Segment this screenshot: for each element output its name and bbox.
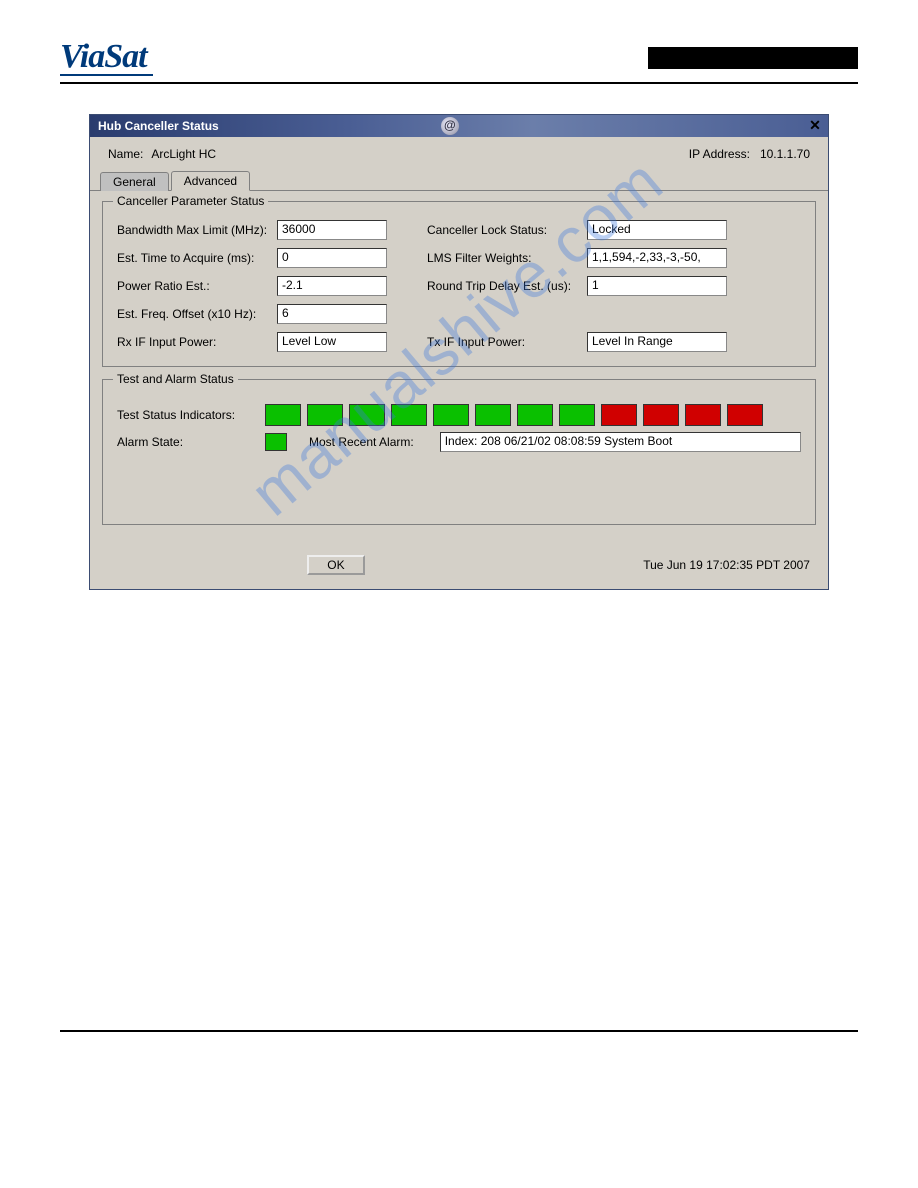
status-indicator (685, 404, 721, 426)
alarm-state-indicator (265, 433, 287, 451)
alarm-state-row: Alarm State: Most Recent Alarm: Index: 2… (117, 432, 801, 452)
name-label: Name: (108, 147, 143, 161)
status-indicator (517, 404, 553, 426)
dialog-footer: OK Tue Jun 19 17:02:35 PDT 2007 (90, 549, 828, 589)
test-alarm-title: Test and Alarm Status (113, 372, 238, 386)
tab-strip: General Advanced (90, 169, 828, 191)
lms-filter-weights-field[interactable]: 1,1,594,-2,33,-3,-50, (587, 248, 727, 268)
lms-filter-weights-label: LMS Filter Weights: (427, 251, 587, 265)
dialog-timestamp: Tue Jun 19 17:02:35 PDT 2007 (643, 558, 810, 572)
tx-if-input-power-field[interactable]: Level In Range (587, 332, 727, 352)
status-indicator (265, 404, 301, 426)
alarm-state-label: Alarm State: (117, 435, 257, 449)
ip-label: IP Address: (689, 147, 750, 161)
status-indicator (727, 404, 763, 426)
canceller-parameter-group: Canceller Parameter Status Bandwidth Max… (102, 201, 816, 367)
round-trip-delay-field[interactable]: 1 (587, 276, 727, 296)
status-indicator (391, 404, 427, 426)
ok-button[interactable]: OK (307, 555, 364, 575)
round-trip-delay-label: Round Trip Delay Est. (us): (427, 279, 587, 293)
test-status-indicators-label: Test Status Indicators: (117, 408, 257, 422)
window-app-icon (441, 117, 459, 135)
test-status-row: Test Status Indicators: (117, 404, 801, 426)
canceller-lock-status-label: Canceller Lock Status: (427, 223, 587, 237)
status-indicator (643, 404, 679, 426)
test-status-indicators (265, 404, 801, 426)
tab-body: Canceller Parameter Status Bandwidth Max… (90, 191, 828, 549)
canceller-lock-status-field[interactable]: Locked (587, 220, 727, 240)
bandwidth-max-limit-label: Bandwidth Max Limit (MHz): (117, 223, 277, 237)
name-value: ArcLight HC (151, 147, 216, 161)
tab-general[interactable]: General (100, 172, 169, 191)
est-time-to-acquire-field[interactable]: 0 (277, 248, 387, 268)
ip-value: 10.1.1.70 (760, 147, 810, 161)
viasat-logo: ViaSat (60, 40, 153, 76)
est-freq-offset-field[interactable]: 6 (277, 304, 387, 324)
param-grid: Bandwidth Max Limit (MHz): 36000 Cancell… (117, 220, 801, 352)
most-recent-alarm-field[interactable]: Index: 208 06/21/02 08:08:59 System Boot (440, 432, 801, 452)
tx-if-input-power-label: Tx IF Input Power: (427, 335, 587, 349)
status-indicator (475, 404, 511, 426)
window-title: Hub Canceller Status (98, 119, 437, 133)
est-time-to-acquire-label: Est. Time to Acquire (ms): (117, 251, 277, 265)
header-redaction-bar (648, 47, 858, 69)
status-indicator (307, 404, 343, 426)
ip-block: IP Address: 10.1.1.70 (689, 147, 810, 161)
page-header-rule (60, 82, 858, 84)
window-titlebar: Hub Canceller Status ✕ (90, 115, 828, 137)
info-row: Name: ArcLight HC IP Address: 10.1.1.70 (90, 137, 828, 169)
tab-advanced[interactable]: Advanced (171, 171, 250, 191)
status-indicator (559, 404, 595, 426)
power-ratio-est-label: Power Ratio Est.: (117, 279, 277, 293)
est-freq-offset-label: Est. Freq. Offset (x10 Hz): (117, 307, 277, 321)
bandwidth-max-limit-field[interactable]: 36000 (277, 220, 387, 240)
rx-if-input-power-label: Rx IF Input Power: (117, 335, 277, 349)
close-button[interactable]: ✕ (806, 118, 824, 134)
page-header: ViaSat (60, 40, 858, 76)
power-ratio-est-field[interactable]: -2.1 (277, 276, 387, 296)
status-indicator (349, 404, 385, 426)
status-indicator (433, 404, 469, 426)
test-alarm-group: Test and Alarm Status Test Status Indica… (102, 379, 816, 525)
page-footer-rule (60, 1030, 858, 1032)
most-recent-alarm-label: Most Recent Alarm: (309, 435, 414, 449)
rx-if-input-power-field[interactable]: Level Low (277, 332, 387, 352)
status-indicator (601, 404, 637, 426)
canceller-parameter-title: Canceller Parameter Status (113, 194, 268, 208)
dialog-window: Hub Canceller Status ✕ Name: ArcLight HC… (89, 114, 829, 590)
